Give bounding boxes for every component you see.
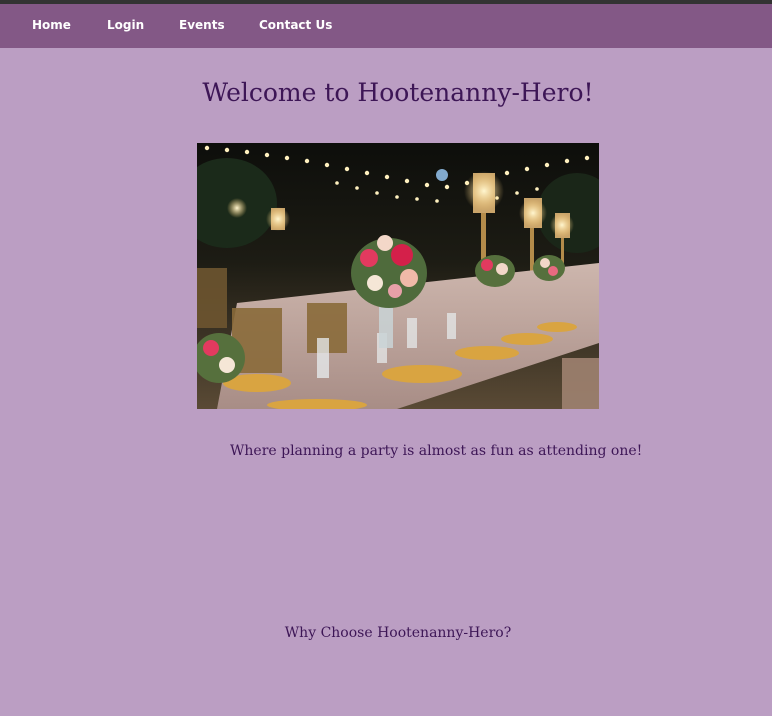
nav-home-link[interactable]: Home [32,18,71,32]
nav-login-link[interactable]: Login [107,18,144,32]
banquet-table-photo [197,143,599,409]
page-title: Welcome to Hootenanny-Hero! [202,78,594,107]
nav-events-link[interactable]: Events [179,18,225,32]
nav-contact-link[interactable]: Contact Us [259,18,332,32]
why-choose-heading: Why Choose Hootenanny-Hero? [284,625,512,641]
main-nav: Home Login Events Contact Us [0,4,772,48]
tagline: Where planning a party is almost as fun … [230,443,643,459]
